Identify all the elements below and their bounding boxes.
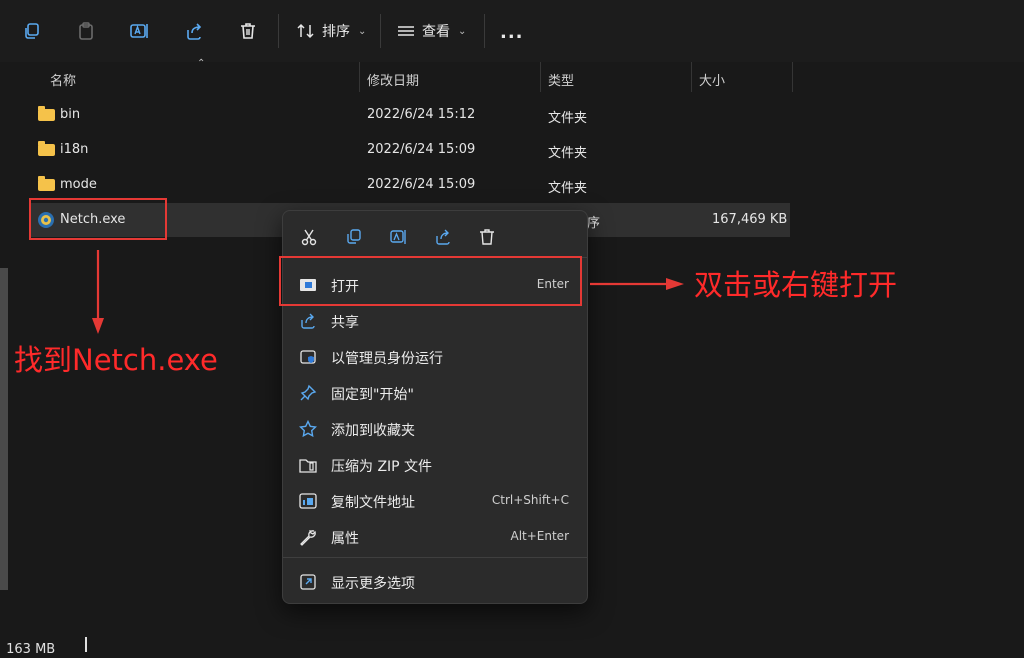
paste-icon[interactable] [72,17,100,45]
more-options-button[interactable]: ... [500,22,524,43]
chevron-down-icon: ⌄ [458,25,467,37]
column-divider[interactable] [792,62,793,92]
status-text: 项目 163 MB [0,642,56,657]
menu-item-share[interactable]: 共享 [289,304,581,338]
file-type: 文件夹 [548,181,588,196]
folder-icon [38,106,55,121]
view-icon [396,22,416,40]
menu-divider [283,557,587,558]
arrow-down-annotation [92,250,104,334]
menu-item-properties[interactable]: 属性 Alt+Enter [289,520,581,554]
column-divider[interactable] [691,62,692,92]
highlight-netch-exe [29,198,167,240]
view-label: 查看 [422,24,450,40]
column-name[interactable]: 名称 [50,70,76,89]
menu-item-show-more-options[interactable]: 显示更多选项 [289,565,581,599]
file-row-mode[interactable]: mode 2022/6/24 15:09 文件夹 [30,168,790,202]
file-name: mode [60,177,97,192]
chevron-down-icon: ⌄ [358,25,367,37]
folder-icon [38,141,55,156]
view-button[interactable]: 查看 ⌄ [396,17,466,45]
rename-icon[interactable] [126,17,154,45]
star-icon [299,420,317,438]
shield-icon [299,348,317,366]
delete-icon[interactable] [475,225,499,249]
sort-ascending-icon: ⌃ [197,58,206,69]
column-divider[interactable] [359,62,360,92]
zip-icon [299,456,317,474]
folder-icon [38,176,55,191]
file-name: i18n [60,142,89,157]
column-type[interactable]: 类型 [548,70,574,89]
file-date: 2022/6/24 15:09 [367,142,476,157]
rename-icon[interactable] [387,225,411,249]
file-row-bin[interactable]: bin 2022/6/24 15:12 文件夹 [30,98,790,132]
toolbar-divider [278,14,279,48]
menu-item-add-to-favorites[interactable]: 添加到收藏夹 [289,412,581,446]
file-name: bin [60,107,81,122]
column-date[interactable]: 修改日期 [367,70,419,89]
file-type: 文件夹 [548,111,588,126]
share-icon[interactable] [431,225,455,249]
arrow-right-annotation [590,278,684,290]
highlight-open-item [279,256,582,306]
file-date: 2022/6/24 15:09 [367,177,476,192]
delete-icon[interactable] [234,17,262,45]
annotation-double-click-open: 双击或右键打开 [694,268,898,302]
menu-item-pin-to-start[interactable]: 固定到"开始" [289,376,581,410]
copy-icon[interactable] [18,17,46,45]
column-size[interactable]: 大小 [699,70,725,89]
toolbar-divider [484,14,485,48]
sort-label: 排序 [322,24,350,40]
pin-icon [299,384,317,402]
sort-icon [296,22,316,40]
file-date: 2022/6/24 15:12 [367,107,476,122]
share-icon[interactable] [180,17,208,45]
command-bar: 排序 ⌄ 查看 ⌄ ... [0,0,1024,62]
toolbar-divider [380,14,381,48]
copy-icon[interactable] [342,225,366,249]
column-header: 名称 修改日期 类型 大小 [0,62,1024,92]
column-divider[interactable] [540,62,541,92]
sort-button[interactable]: 排序 ⌄ [296,17,366,45]
cut-icon[interactable] [297,225,321,249]
menu-item-run-as-admin[interactable]: 以管理员身份运行 [289,340,581,374]
annotation-find-netch: 找到Netch.exe [14,343,218,377]
file-row-i18n[interactable]: i18n 2022/6/24 15:09 文件夹 [30,133,790,167]
share-icon [299,312,317,330]
file-type: 文件夹 [548,146,588,161]
scrollbar[interactable] [0,268,8,590]
menu-item-compress-zip[interactable]: 压缩为 ZIP 文件 [289,448,581,482]
file-type: 序 [587,216,601,231]
status-bar: 项目 163 MB [0,632,1024,658]
status-divider [85,637,87,652]
menu-item-copy-path[interactable]: 复制文件地址 Ctrl+Shift+C [289,484,581,518]
more-options-icon [299,573,317,591]
path-icon [299,492,317,510]
wrench-icon [299,528,317,546]
file-size: 167,469 KB [712,212,788,227]
